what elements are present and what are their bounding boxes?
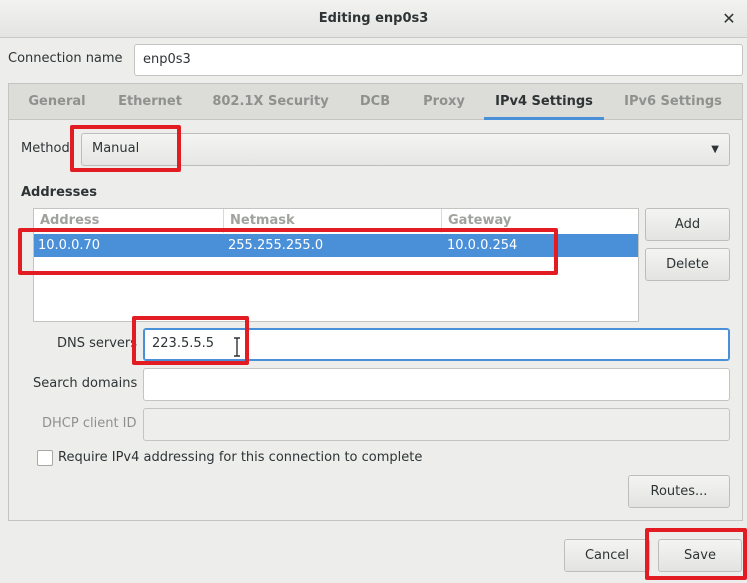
tab-ipv6-settings[interactable]: IPv6 Settings: [617, 84, 729, 120]
column-header-address[interactable]: Address: [34, 209, 224, 233]
address-cell[interactable]: 10.0.0.70: [38, 234, 100, 257]
tab-dcb[interactable]: DCB: [350, 84, 400, 120]
gateway-cell[interactable]: 10.0.0.254: [447, 234, 517, 257]
search-domains-input[interactable]: [143, 368, 730, 401]
column-header-gateway[interactable]: Gateway: [442, 209, 638, 233]
cancel-button[interactable]: Cancel: [564, 539, 650, 572]
connection-name-label: Connection name: [8, 51, 123, 66]
save-button[interactable]: Save: [658, 539, 742, 572]
dhcp-client-id-input: [143, 408, 730, 441]
chevron-down-icon: ▼: [711, 144, 719, 155]
connection-name-input[interactable]: enp0s3: [134, 44, 743, 76]
text-cursor-icon: [234, 337, 240, 357]
tab-ethernet[interactable]: Ethernet: [108, 84, 192, 120]
addresses-title: Addresses: [21, 185, 97, 200]
tab-proxy[interactable]: Proxy: [413, 84, 475, 120]
active-tab-indicator: [484, 117, 604, 120]
tab-ipv4-settings[interactable]: IPv4 Settings: [484, 84, 604, 120]
tab-8021x-security[interactable]: 802.1X Security: [205, 84, 336, 120]
tab-general[interactable]: General: [18, 84, 96, 120]
column-header-netmask[interactable]: Netmask: [224, 209, 442, 233]
method-dropdown[interactable]: Manual ▼: [81, 133, 730, 166]
dhcp-client-id-label: DHCP client ID: [42, 416, 137, 431]
dns-servers-label: DNS servers: [57, 336, 138, 351]
table-row[interactable]: [34, 234, 638, 257]
require-ipv4-label[interactable]: Require IPv4 addressing for this connect…: [58, 443, 422, 473]
window-title: Editing enp0s3: [318, 11, 429, 26]
routes-button[interactable]: Routes...: [628, 475, 730, 508]
require-ipv4-checkbox[interactable]: [37, 450, 53, 466]
method-label: Method: [21, 141, 70, 156]
method-value: Manual: [92, 141, 140, 156]
netmask-cell[interactable]: 255.255.255.0: [228, 234, 323, 257]
add-address-button[interactable]: Add: [645, 208, 730, 241]
close-icon[interactable]: ✕: [716, 7, 742, 31]
search-domains-label: Search domains: [33, 376, 138, 391]
delete-address-button[interactable]: Delete: [645, 248, 730, 281]
